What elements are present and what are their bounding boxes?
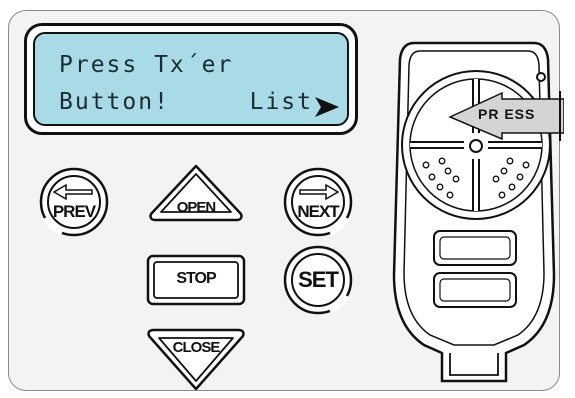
stop-label: STOP	[176, 270, 216, 287]
arrow-right-icon	[315, 97, 339, 117]
set-label: SET	[298, 267, 339, 292]
close-button[interactable]: CLOSE	[146, 326, 246, 392]
set-button[interactable]: SET	[280, 244, 356, 316]
lcd-screen: Press Tx´er Button! List	[33, 32, 349, 126]
lcd-display: Press Tx´er Button! List	[24, 23, 358, 135]
remote-transmitter	[392, 41, 564, 383]
close-label: CLOSE	[172, 339, 221, 356]
press-label: PR ESS	[478, 106, 536, 122]
stop-button[interactable]: STOP	[146, 254, 246, 306]
open-button[interactable]: OPEN	[148, 162, 244, 232]
prev-label: PREV	[52, 202, 96, 221]
open-label: OPEN	[176, 199, 217, 216]
lcd-list-label: List	[249, 89, 313, 115]
lcd-line-1: Press Tx´er	[59, 52, 234, 78]
next-label: NEXT	[297, 202, 339, 221]
prev-button[interactable]: PREV	[36, 166, 112, 238]
next-button[interactable]: NEXT	[280, 166, 356, 238]
